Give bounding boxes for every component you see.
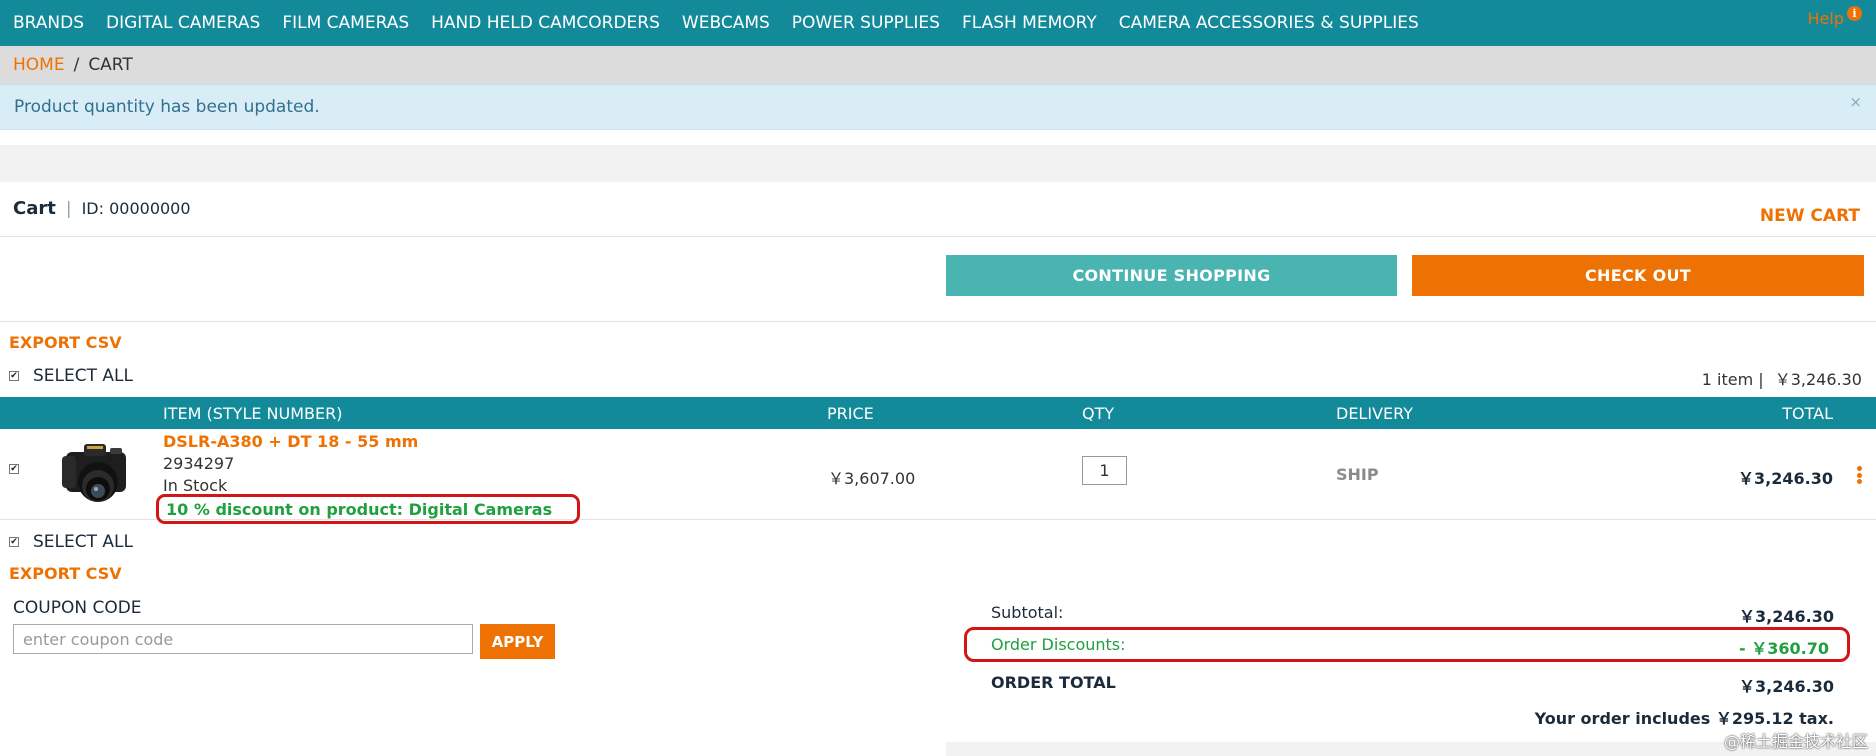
product-discount: 10 % discount on product: Digital Camera… [166,499,553,519]
order-discount-value: - ￥360.70 [1739,639,1829,658]
alert-message: Product quantity has been updated. [14,97,320,117]
cart-summary: 1 item | ￥3,246.30 [1702,366,1862,390]
checkout-button[interactable]: CHECK OUT [1412,255,1864,296]
breadcrumb: HOME / CART [0,46,1876,84]
info-icon: i [1847,6,1862,21]
discount-highlight: 10 % discount on product: Digital Camera… [156,494,581,524]
table-header: ITEM (STYLE NUMBER) PRICE QTY DELIVERY T… [0,397,1876,429]
table-row: ✔ DSLR-A380 + DT 18 - 55 mm 2934297 In S… [0,430,1876,524]
column-header-price: PRICE [827,404,874,423]
product-name-link[interactable]: DSLR-A380 + DT 18 - 55 mm [163,432,418,451]
camera-icon[interactable] [60,436,132,512]
export-csv-link-bottom[interactable]: EXPORT CSV [9,564,122,583]
divider [0,321,1876,322]
coupon-input[interactable] [13,624,473,654]
order-discount-highlight: Order Discounts: - ￥360.70 [964,627,1850,662]
nav-item-film-cameras[interactable]: FILM CAMERAS [282,13,409,33]
subtotal-value: ￥3,246.30 [1739,607,1834,626]
breadcrumb-home[interactable]: HOME [13,55,65,75]
info-alert: Product quantity has been updated. × [0,84,1876,130]
continue-shopping-button[interactable]: CONTINUE SHOPPING [946,255,1397,296]
help-label: Help [1807,9,1844,28]
nav-item-flash-memory[interactable]: FLASH MEMORY [962,13,1097,33]
cart-header: Cart | ID: 00000000 [13,198,191,219]
divider [0,236,1876,237]
nav-item-accessories[interactable]: CAMERA ACCESSORIES & SUPPLIES [1119,13,1419,33]
nav-item-digital-cameras[interactable]: DIGITAL CAMERAS [106,13,260,33]
unit-price: ￥3,607.00 [828,469,916,488]
subtotal-label: Subtotal: [991,603,1064,622]
coupon-label: COUPON CODE [13,598,142,618]
summary-total: ￥3,246.30 [1774,370,1862,389]
column-header-item: ITEM (STYLE NUMBER) [163,404,343,423]
select-all-checkbox[interactable]: ✔ [9,537,19,547]
quantity-input[interactable] [1082,456,1127,485]
column-header-qty: QTY [1082,404,1115,423]
more-options-icon[interactable] [1857,466,1862,484]
watermark: @稀土掘金技术社区 [1723,732,1868,751]
cart-id: ID: 00000000 [81,199,191,218]
column-header-delivery: DELIVERY [1336,404,1413,423]
help-link[interactable]: Help i [1807,6,1862,28]
item-count: 1 item | [1701,370,1764,389]
order-total-value: ￥3,246.30 [1739,677,1834,696]
select-all-label: SELECT ALL [33,366,133,386]
tax-note: Your order includes ￥295.12 tax. [1534,709,1834,728]
delivery-method: SHIP [1336,465,1379,484]
breadcrumb-current: CART [88,55,133,75]
top-nav: BRANDS DIGITAL CAMERAS FILM CAMERAS HAND… [0,0,1876,46]
select-all-label: SELECT ALL [33,532,133,552]
help-bar [0,145,1876,182]
nav-item-power-supplies[interactable]: POWER SUPPLIES [792,13,940,33]
breadcrumb-separator: / [73,55,80,75]
new-cart-link[interactable]: NEW CART [1760,206,1860,226]
column-header-total: TOTAL [1782,404,1833,423]
close-icon[interactable]: × [1849,93,1862,111]
nav-item-camcorders[interactable]: HAND HELD CAMCORDERS [431,13,660,33]
cart-title: Cart [13,198,56,219]
select-all-top[interactable]: ✔ SELECT ALL [9,366,133,386]
product-sku: 2934297 [163,454,235,473]
nav-item-webcams[interactable]: WEBCAMS [682,13,770,33]
cart-title-separator: | [65,198,72,219]
order-discount-label: Order Discounts: [991,635,1126,654]
stock-status: In Stock [163,476,228,495]
select-all-checkbox[interactable]: ✔ [9,371,19,381]
row-checkbox[interactable]: ✔ [9,464,19,474]
order-total-label: ORDER TOTAL [991,673,1116,692]
row-total: ￥3,246.30 [1738,469,1833,488]
select-all-bottom[interactable]: ✔ SELECT ALL [9,532,133,552]
nav-item-brands[interactable]: BRANDS [13,13,84,33]
export-csv-link-top[interactable]: EXPORT CSV [9,333,122,352]
apply-coupon-button[interactable]: APPLY [480,624,555,659]
